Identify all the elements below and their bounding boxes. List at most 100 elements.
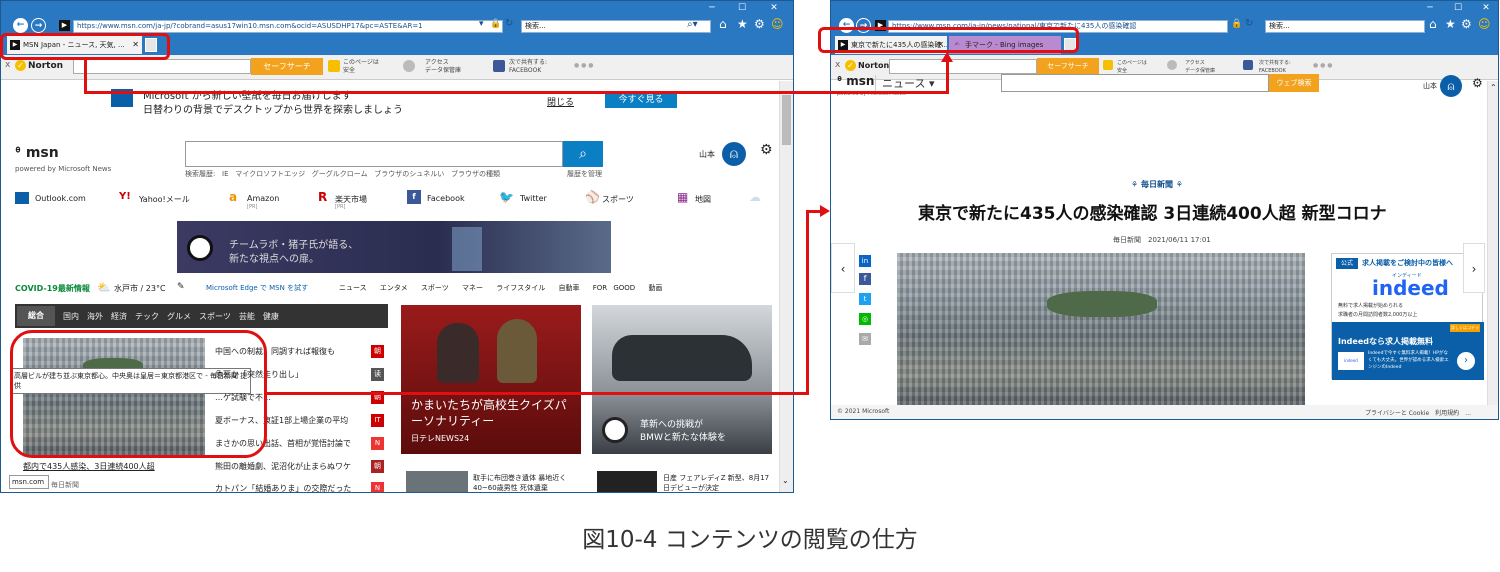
bottom-thumb[interactable]: [597, 471, 657, 492]
favorites-star-icon[interactable]: ★: [737, 17, 748, 31]
headline-item[interactable]: 熊田の離婚劇、泥沼化が止まらぬワケ: [215, 461, 351, 472]
smiley-icon[interactable]: ☺: [771, 17, 784, 31]
prev-arrow-icon[interactable]: ‹: [831, 243, 855, 293]
avatar-icon[interactable]: ⍝: [1440, 75, 1462, 97]
covid-link[interactable]: COVID-19最新情報: [15, 283, 90, 294]
quick-link-sports[interactable]: スポーツ: [602, 194, 634, 205]
norton-search-input[interactable]: [889, 59, 1037, 74]
news-tab[interactable]: 芸能: [239, 312, 255, 321]
teamlab-ad[interactable]: チームラボ・猪子氏が語る、 新たな視点への扉。: [177, 221, 611, 273]
banner-close-link[interactable]: 閉じる: [547, 95, 574, 108]
quick-link-facebook[interactable]: Facebook: [427, 194, 465, 203]
settings-gear-icon[interactable]: ⚙: [1472, 76, 1483, 90]
home-icon[interactable]: ⌂: [719, 17, 727, 31]
minimize-icon[interactable]: ─: [701, 3, 723, 13]
scroll-down-icon[interactable]: ⌄: [782, 476, 789, 485]
linkedin-icon[interactable]: in: [859, 255, 871, 267]
settings-gear-icon[interactable]: ⚙: [754, 17, 765, 31]
forward-icon[interactable]: →: [31, 18, 46, 33]
news-tab[interactable]: 経済: [111, 312, 127, 321]
scroll-up-icon[interactable]: ⌃: [1490, 83, 1497, 92]
news-tab[interactable]: テック: [135, 312, 159, 321]
footer-links[interactable]: プライバシーと Cookie 利用規約 …: [1365, 408, 1471, 417]
scrollbar[interactable]: ⌃: [1487, 81, 1498, 405]
history-item[interactable]: マイクロソフトエッジ: [235, 170, 305, 178]
news-menu[interactable]: ニュース ▾: [875, 75, 934, 91]
address-bar[interactable]: https://www.msn.com/ja-jp/?cobrand=asus1…: [73, 20, 503, 33]
history-item[interactable]: グーグルクローム: [312, 170, 368, 178]
bottom-thumb[interactable]: [406, 471, 468, 492]
twitter-share-icon[interactable]: t: [859, 293, 871, 305]
back-icon[interactable]: ←: [13, 18, 28, 33]
news-tab[interactable]: 海外: [87, 312, 103, 321]
banner-view-button[interactable]: 今すぐ見る: [605, 92, 677, 108]
news-tab[interactable]: スポーツ: [199, 312, 231, 321]
history-item[interactable]: ブラウザのシュネルい: [374, 170, 444, 178]
msn-search-input[interactable]: [1001, 74, 1269, 92]
cat-auto[interactable]: 自動車: [559, 284, 580, 292]
cat-news[interactable]: ニュース: [339, 284, 367, 292]
share-text[interactable]: 次で共有する: FACEBOOK: [1259, 59, 1291, 75]
norton-search-input[interactable]: [73, 59, 251, 74]
cat-entame[interactable]: エンタメ: [380, 284, 408, 292]
news-tab[interactable]: グルメ: [167, 312, 191, 321]
more-icon[interactable]: ● ● ●: [574, 62, 594, 70]
facebook-share-icon[interactable]: f: [859, 273, 871, 285]
quick-link-amazon[interactable]: Amazon: [247, 194, 279, 203]
ad-note-button[interactable]: 詳しくはコチラ: [1450, 324, 1480, 332]
home-icon[interactable]: ⌂: [1429, 17, 1437, 31]
scrollbar[interactable]: ⌄: [779, 81, 793, 492]
news-tab-general[interactable]: 総合: [17, 306, 55, 326]
safe-search-button[interactable]: セーフサーチ: [1037, 58, 1099, 75]
refresh-icon[interactable]: ↻: [1245, 18, 1253, 29]
ad-next-icon[interactable]: ›: [1457, 352, 1475, 370]
cat-money[interactable]: マネー: [462, 284, 483, 292]
feature-card-bmw[interactable]: 革新への挑戦が BMWと新たな体験を: [592, 305, 772, 454]
quick-link-yahoo[interactable]: Yahoo!メール: [139, 194, 190, 205]
settings-gear-icon[interactable]: ⚙: [1461, 17, 1472, 31]
safe-search-button[interactable]: セーフサーチ: [251, 58, 323, 75]
close-toolbar-icon[interactable]: x: [5, 60, 10, 70]
manage-history-link[interactable]: 履歴を管理: [567, 169, 602, 179]
maximize-icon[interactable]: ☐: [731, 3, 753, 13]
scroll-thumb[interactable]: [782, 95, 791, 145]
minimize-icon[interactable]: ─: [1419, 3, 1441, 13]
edge-link[interactable]: Microsoft Edge で MSN を試す: [206, 283, 308, 293]
more-icon[interactable]: ● ● ●: [1313, 62, 1333, 70]
quick-link-outlook[interactable]: Outlook.com: [35, 194, 86, 203]
settings-gear-icon[interactable]: ⚙: [760, 142, 773, 158]
browser-search-box[interactable]: 検索...: [521, 20, 711, 33]
quick-link-map[interactable]: 地図: [695, 194, 711, 205]
smiley-icon[interactable]: ☺: [1478, 17, 1491, 31]
cat-forgood[interactable]: FOR GOOD: [593, 284, 635, 292]
weather-text[interactable]: 水戸市 / 23°C: [114, 283, 166, 294]
close-window-icon[interactable]: ✕: [763, 3, 785, 13]
search-icon[interactable]: ⌕▾: [687, 19, 698, 30]
headline-item[interactable]: カトパン「結婚ありま」の交際だった: [215, 483, 351, 492]
close-window-icon[interactable]: ✕: [1475, 3, 1497, 13]
msn-search-input[interactable]: [185, 141, 563, 167]
history-item[interactable]: ブラウザの種類: [451, 170, 500, 178]
article-photo[interactable]: [897, 253, 1305, 405]
next-arrow-icon[interactable]: ›: [1463, 243, 1485, 293]
quick-link-twitter[interactable]: Twitter: [520, 194, 547, 203]
history-item[interactable]: IE: [222, 170, 229, 178]
line-share-icon[interactable]: ◎: [859, 313, 871, 325]
bottom-headline-1[interactable]: 取手に布団巻き遺体 暴地近く40~60歳男性 死体遺棄: [473, 473, 583, 492]
browser-search-box[interactable]: 検索...: [1265, 20, 1425, 33]
news-tab[interactable]: 健康: [263, 312, 279, 321]
vault-text[interactable]: アクセス データ保管庫: [1185, 59, 1215, 75]
edit-icon[interactable]: ✎: [177, 282, 185, 292]
main-headline-link[interactable]: 都内で435人感染、3日連続400人超: [23, 461, 155, 472]
cat-sports[interactable]: スポーツ: [421, 284, 449, 292]
favorites-star-icon[interactable]: ★: [1445, 17, 1456, 31]
msn-search-button[interactable]: ⌕: [563, 141, 603, 167]
feature-card-quiz[interactable]: かまいたちが高校生クイズパーソナリティー 日テレNEWS24: [401, 305, 581, 454]
close-toolbar-icon[interactable]: x: [835, 60, 840, 70]
refresh-icon[interactable]: ↻: [505, 18, 513, 29]
bottom-headline-2[interactable]: 日産 フェアレディZ 新型、8月17日デビューが決定: [663, 473, 771, 492]
maximize-icon[interactable]: ☐: [1447, 3, 1469, 13]
web-search-button[interactable]: ウェブ検索: [1269, 74, 1319, 92]
avatar-icon[interactable]: ⍝: [722, 142, 746, 166]
share-text[interactable]: 次で共有する: FACEBOOK: [509, 59, 547, 75]
